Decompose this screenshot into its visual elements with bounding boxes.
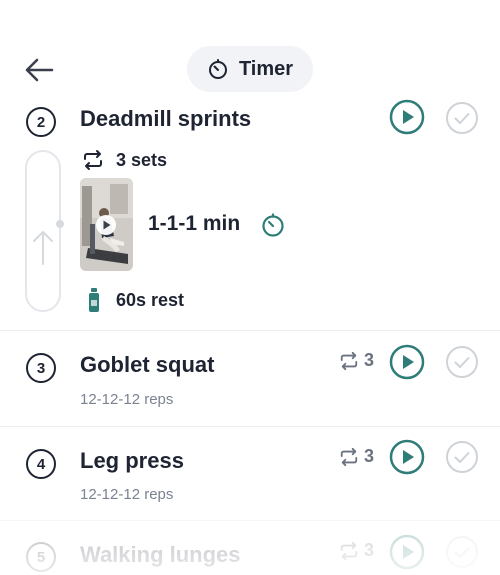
check-icon [446,441,478,473]
scroll-fade-overlay [0,500,500,574]
repeat-icon [340,351,358,370]
sets-count: 3 [338,350,374,371]
exercise-title[interactable]: Goblet squat [80,352,214,378]
complete-check-button[interactable] [445,345,479,379]
repeat-icon [340,447,358,466]
arrow-left-icon [25,58,54,82]
water-bottle-icon [89,288,99,312]
play-icon [389,99,425,135]
exercise-reps: 12-12-12 reps [80,391,174,408]
back-button[interactable] [22,56,56,84]
sets-count-value: 3 [364,350,375,370]
sets-count: 3 [338,540,374,561]
check-icon [446,536,478,568]
exercise-number: 5 [26,542,56,572]
play-icon [389,534,425,570]
complete-check-button[interactable] [445,101,479,135]
stopwatch-icon [208,59,227,79]
repeat-icon [84,150,102,170]
play-button[interactable] [389,99,425,135]
exercise-number: 4 [26,449,56,479]
play-button[interactable] [389,534,425,570]
sets-label: 3 sets [116,150,168,170]
exercise-title[interactable]: Leg press [80,448,184,474]
timer-label: Timer [238,57,294,80]
exercise-number: 3 [26,353,56,383]
exercise-reps: 12-12-12 reps [80,486,174,503]
check-icon [446,102,478,134]
rest-label: 60s rest [116,290,185,310]
complete-check-button[interactable] [445,440,479,474]
play-icon [389,439,425,475]
play-overlay-icon [96,215,116,235]
play-button[interactable] [389,344,425,380]
complete-check-button[interactable] [445,535,479,569]
sets-count-value: 3 [364,540,375,560]
exercise-title[interactable]: Walking lunges [80,542,241,568]
play-button[interactable] [389,439,425,475]
divider [0,330,500,331]
divider [0,520,500,521]
exercise-video-thumbnail[interactable] [80,178,133,271]
sets-count-value: 3 [364,446,375,466]
check-icon [446,346,478,378]
repeat-icon [340,541,358,560]
timer-button[interactable]: Timer [187,46,313,92]
exercise-title[interactable]: Deadmill sprints [80,106,251,132]
duration-label: 1-1-1 min [148,212,241,235]
stopwatch-icon [262,213,284,237]
exercise-number: 2 [26,107,56,137]
divider [0,426,500,427]
track-dot [56,220,64,228]
play-icon [389,344,425,380]
arrow-up-icon [33,231,53,265]
sets-count: 3 [338,446,374,467]
